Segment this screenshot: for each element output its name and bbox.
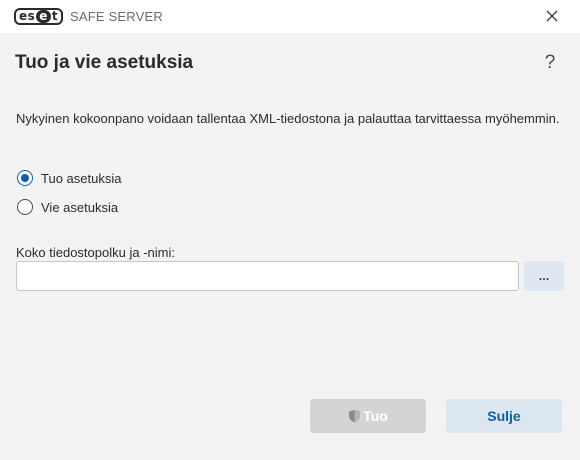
radio-export-settings[interactable]: Vie asetuksia xyxy=(17,199,118,215)
shield-icon xyxy=(348,409,361,423)
title-bar: es e t SAFE SERVER xyxy=(0,0,580,33)
file-path-label: Koko tiedostopolku ja -nimi: xyxy=(16,245,175,260)
help-button[interactable]: ? xyxy=(542,52,558,74)
close-dialog-button[interactable]: Sulje xyxy=(446,399,562,433)
radio-import-label: Tuo asetuksia xyxy=(41,170,122,186)
file-path-input[interactable] xyxy=(16,261,519,291)
logo-left: es xyxy=(19,8,36,23)
radio-import-indicator[interactable] xyxy=(17,170,33,186)
page-title: Tuo ja vie asetuksia xyxy=(15,52,194,73)
logo-right: t xyxy=(51,8,59,23)
import-button[interactable]: Tuo xyxy=(310,399,426,433)
browse-button[interactable]: ... xyxy=(524,261,564,291)
help-icon: ? xyxy=(544,52,556,73)
eset-logo: es e t xyxy=(14,7,64,25)
logo-mid: e xyxy=(36,9,51,23)
radio-import-settings[interactable]: Tuo asetuksia xyxy=(17,170,121,186)
radio-export-indicator[interactable] xyxy=(17,199,33,215)
radio-export-label: Vie asetuksia xyxy=(41,199,119,215)
product-name: SAFE SERVER xyxy=(70,9,163,24)
dialog-window: es e t SAFE SERVER Tuo ja vie asetuksia ? … xyxy=(0,0,580,460)
description-text: Nykyinen kokoonpano voidaan tallentaa XM… xyxy=(16,111,560,126)
close-button[interactable] xyxy=(542,6,562,26)
close-icon xyxy=(546,10,558,22)
import-button-label: Tuo xyxy=(363,408,388,424)
eset-logo-mark: es e t xyxy=(14,7,64,25)
